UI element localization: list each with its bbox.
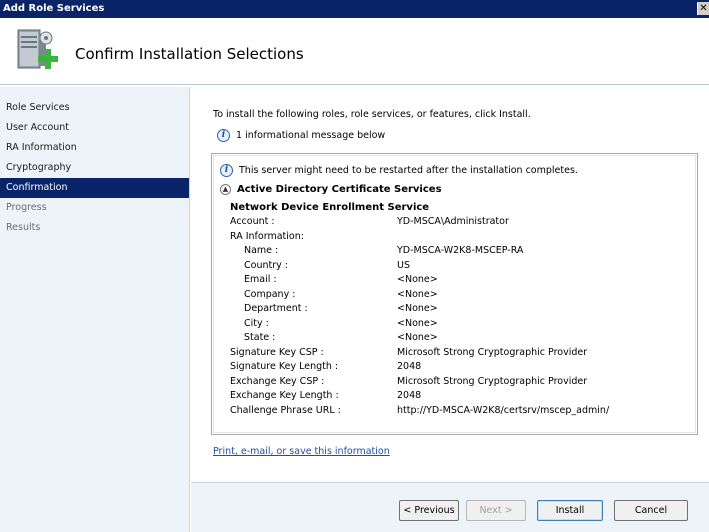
cancel-button[interactable]: Cancel	[614, 500, 688, 521]
header-divider	[0, 84, 709, 86]
title-bar: Add Role Services ✕	[0, 0, 709, 18]
info-message-text: 1 informational message below	[236, 130, 386, 141]
sidebar-item-cryptography[interactable]: Cryptography	[0, 158, 189, 178]
details-panel: i This server might need to be restarted…	[211, 153, 698, 435]
info-icon: i	[220, 164, 233, 177]
collapse-chevron-icon[interactable]: ▲	[220, 184, 231, 195]
print-save-link[interactable]: Print, e-mail, or save this information	[213, 446, 390, 457]
restart-note-text: This server might need to be restarted a…	[239, 165, 578, 176]
close-button[interactable]: ✕	[697, 2, 709, 15]
server-add-icon	[17, 29, 58, 69]
sidebar-item-results: Results	[6, 222, 41, 233]
sidebar-item-progress: Progress	[6, 202, 47, 213]
restart-note: i This server might need to be restarted…	[220, 164, 578, 177]
section-title: Active Directory Certificate Services	[237, 184, 442, 195]
next-button: Next >	[466, 500, 526, 521]
close-icon: ✕	[699, 3, 708, 14]
service-title: Network Device Enrollment Service	[230, 202, 430, 213]
sidebar-item-confirmation[interactable]: Confirmation	[0, 178, 189, 198]
window-title: Add Role Services	[3, 3, 105, 14]
sidebar-item-role-services[interactable]: Role Services	[0, 98, 189, 118]
previous-button[interactable]: < Previous	[399, 500, 459, 521]
instruction-text: To install the following roles, role ser…	[213, 109, 531, 120]
main-content: To install the following roles, role ser…	[191, 87, 709, 532]
sidebar-item-ra-information[interactable]: RA Information	[0, 138, 189, 158]
wizard-steps-sidebar: Role Services User Account RA Informatio…	[0, 87, 190, 532]
wizard-footer: < Previous Next > Install Cancel	[191, 482, 709, 532]
install-button[interactable]: Install	[537, 500, 603, 521]
section-header[interactable]: ▲ Active Directory Certificate Services	[220, 184, 442, 195]
info-icon: i	[217, 129, 230, 142]
wizard-header: Confirm Installation Selections	[0, 18, 709, 86]
sidebar-item-user-account[interactable]: User Account	[0, 118, 189, 138]
page-title: Confirm Installation Selections	[75, 45, 304, 63]
info-message-summary: i 1 informational message below	[217, 129, 385, 142]
